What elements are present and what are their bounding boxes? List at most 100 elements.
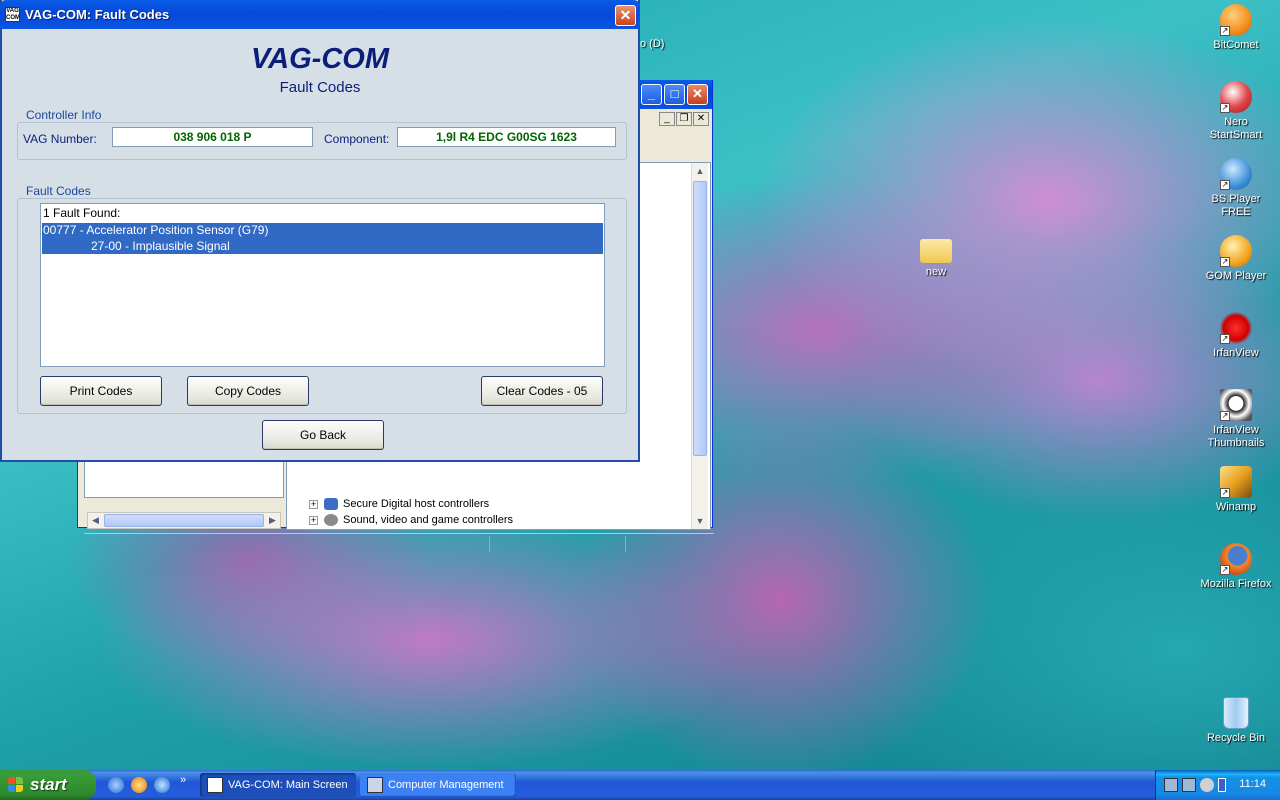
component-label: Component: <box>324 132 390 146</box>
gom-player-icon: ↗ <box>1220 235 1252 267</box>
desktop-icon-label: Nero StartSmart <box>1209 116 1263 141</box>
desktop-icon-new-folder[interactable]: new <box>898 235 974 279</box>
aol-icon[interactable] <box>108 777 124 793</box>
tree-row-label: Sound, video and game controllers <box>343 514 513 526</box>
desktop-icon-firefox[interactable]: ↗ Mozilla Firefox <box>1198 543 1274 591</box>
vag-titlebar[interactable]: VAG COM VAG-COM: Fault Codes ✕ <box>0 0 640 29</box>
start-label: start <box>30 775 67 794</box>
desktop-icon-nero[interactable]: ↗ Nero StartSmart <box>1198 81 1274 142</box>
mdi-restore-button[interactable]: ❐ <box>676 112 692 126</box>
fault-codes-list[interactable]: 1 Fault Found: 00777 - Accelerator Posit… <box>40 203 605 367</box>
drive-d-label: o (D) <box>640 38 665 50</box>
tree-row-sound-video[interactable]: + Sound, video and game controllers <box>309 512 513 528</box>
desktop-icon-label: BitComet <box>1213 39 1259 51</box>
taskbar: start » VAG-COM: Main Screen Computer Ma… <box>0 770 1280 800</box>
maximize-button[interactable]: □ <box>664 84 685 105</box>
recycle-bin-icon <box>1223 697 1249 729</box>
internet-explorer-icon[interactable] <box>154 777 170 793</box>
tree-row-secure-digital[interactable]: + Secure Digital host controllers <box>309 496 489 512</box>
desktop-icon-label: BS.Player FREE <box>1211 193 1261 218</box>
winamp-icon: ↗ <box>1220 466 1252 498</box>
close-button[interactable]: ✕ <box>615 5 636 26</box>
fault-code: 00777 - Accelerator Position Sensor (G79… <box>43 223 269 237</box>
copy-codes-button[interactable]: Copy Codes <box>187 376 309 406</box>
folder-icon <box>920 239 952 263</box>
window-title: VAG-COM: Fault Codes <box>25 7 170 22</box>
scroll-up-arrow[interactable]: ▲ <box>693 164 707 178</box>
tree-row-label: Secure Digital host controllers <box>343 498 490 510</box>
desktop-icon-bitcomet[interactable]: ↗ BitComet <box>1198 4 1274 52</box>
clear-codes-button[interactable]: Clear Codes - 05 <box>481 376 603 406</box>
page-subtitle: Fault Codes <box>279 79 361 96</box>
media-player-icon[interactable] <box>131 777 147 793</box>
windows-flag-icon <box>8 777 24 793</box>
desktop-icon-label: new <box>925 266 947 278</box>
task-button-vag-com[interactable]: VAG-COM: Main Screen <box>200 773 356 797</box>
status-pane <box>489 536 624 552</box>
close-button[interactable]: ✕ <box>687 84 708 105</box>
scroll-left-arrow[interactable]: ◀ <box>89 514 102 527</box>
expand-icon[interactable]: + <box>309 515 318 525</box>
vag-number-label: VAG Number: <box>23 132 97 146</box>
app-heading: VAG-COM <box>250 43 389 75</box>
bitcomet-icon: ↗ <box>1220 4 1252 36</box>
fault-summary: 1 Fault Found: <box>43 206 121 220</box>
desktop-icon-irfanview-thumbnails[interactable]: ↗ IrfanView Thumbnails <box>1198 389 1274 450</box>
vag-com-app-icon <box>207 777 223 793</box>
tree-horizontal-scrollbar[interactable]: ◀ ▶ <box>87 512 281 529</box>
clock[interactable]: 11:14 <box>1239 778 1266 790</box>
scroll-thumb[interactable] <box>104 514 264 527</box>
print-codes-button[interactable]: Print Codes <box>40 376 162 406</box>
desktop-icon-bsplayer[interactable]: ↗ BS.Player FREE <box>1198 158 1274 219</box>
computer-management-icon <box>367 777 383 793</box>
fault-detail: 27-00 - Implausible Signal <box>91 239 230 253</box>
mdi-minimize-button[interactable]: _ <box>659 112 675 126</box>
battery-icon[interactable] <box>1218 778 1226 792</box>
desktop-icon-label: IrfanView Thumbnails <box>1207 424 1265 449</box>
irfanview-icon: ↗ <box>1220 312 1252 344</box>
fault-codes-group-label: Fault Codes <box>24 184 93 198</box>
desktop-icon-label: Mozilla Firefox <box>1200 578 1272 590</box>
desktop-icon-gom-player[interactable]: ↗ GOM Player <box>1198 235 1274 283</box>
task-button-computer-management[interactable]: Computer Management <box>360 773 516 797</box>
scroll-right-arrow[interactable]: ▶ <box>266 514 279 527</box>
task-label: Computer Management <box>388 779 504 791</box>
network-icon[interactable] <box>1164 778 1178 792</box>
bsplayer-icon: ↗ <box>1220 158 1252 190</box>
desktop-icon-irfanview[interactable]: ↗ IrfanView <box>1198 312 1274 360</box>
firefox-icon: ↗ <box>1220 543 1252 575</box>
vag-fault-codes-window: VAG COM VAG-COM: Fault Codes ✕ VAG-COM F… <box>0 0 640 462</box>
scroll-thumb[interactable] <box>693 181 707 456</box>
component-field: 1,9l R4 EDC G00SG 1623 <box>397 127 616 147</box>
speaker-icon <box>324 514 338 527</box>
expand-icon[interactable]: + <box>309 499 318 509</box>
vag-number-field: 038 906 018 P <box>112 127 313 147</box>
desktop-icon-recycle-bin[interactable]: Recycle Bin <box>1198 697 1274 745</box>
task-label: VAG-COM: Main Screen <box>228 779 348 791</box>
desktop-icon-label: GOM Player <box>1205 270 1267 282</box>
fault-entry-selected[interactable]: 00777 - Accelerator Position Sensor (G79… <box>42 223 603 254</box>
device-icon <box>324 498 338 511</box>
irfanview-thumbnails-icon: ↗ <box>1220 389 1252 421</box>
list-vertical-scrollbar[interactable]: ▲ ▼ <box>691 163 708 529</box>
controller-info-label: Controller Info <box>24 108 104 122</box>
desktop-icon-label: Recycle Bin <box>1206 732 1266 744</box>
status-bar <box>84 533 714 553</box>
network-icon[interactable] <box>1182 778 1196 792</box>
status-pane <box>625 536 713 552</box>
vag-com-app-icon: VAG COM <box>5 7 20 22</box>
system-tray: 11:14 <box>1155 770 1280 800</box>
minimize-button[interactable]: _ <box>641 84 662 105</box>
scroll-down-arrow[interactable]: ▼ <box>693 514 707 528</box>
nero-icon: ↗ <box>1220 81 1252 113</box>
mdi-close-button[interactable]: ✕ <box>693 112 709 126</box>
start-button[interactable]: start <box>0 770 96 800</box>
desktop-icon-winamp[interactable]: ↗ Winamp <box>1198 466 1274 514</box>
volume-icon[interactable] <box>1200 778 1214 792</box>
mdi-controls: _ ❐ ✕ <box>641 112 711 130</box>
desktop-icon-label: IrfanView <box>1213 347 1259 359</box>
go-back-button[interactable]: Go Back <box>262 420 384 450</box>
vag-dialog-body: VAG-COM Fault Codes Controller Info VAG … <box>2 29 638 460</box>
quick-launch-chevron-icon[interactable]: » <box>180 774 186 786</box>
desktop-icon-label: Winamp <box>1215 501 1257 513</box>
